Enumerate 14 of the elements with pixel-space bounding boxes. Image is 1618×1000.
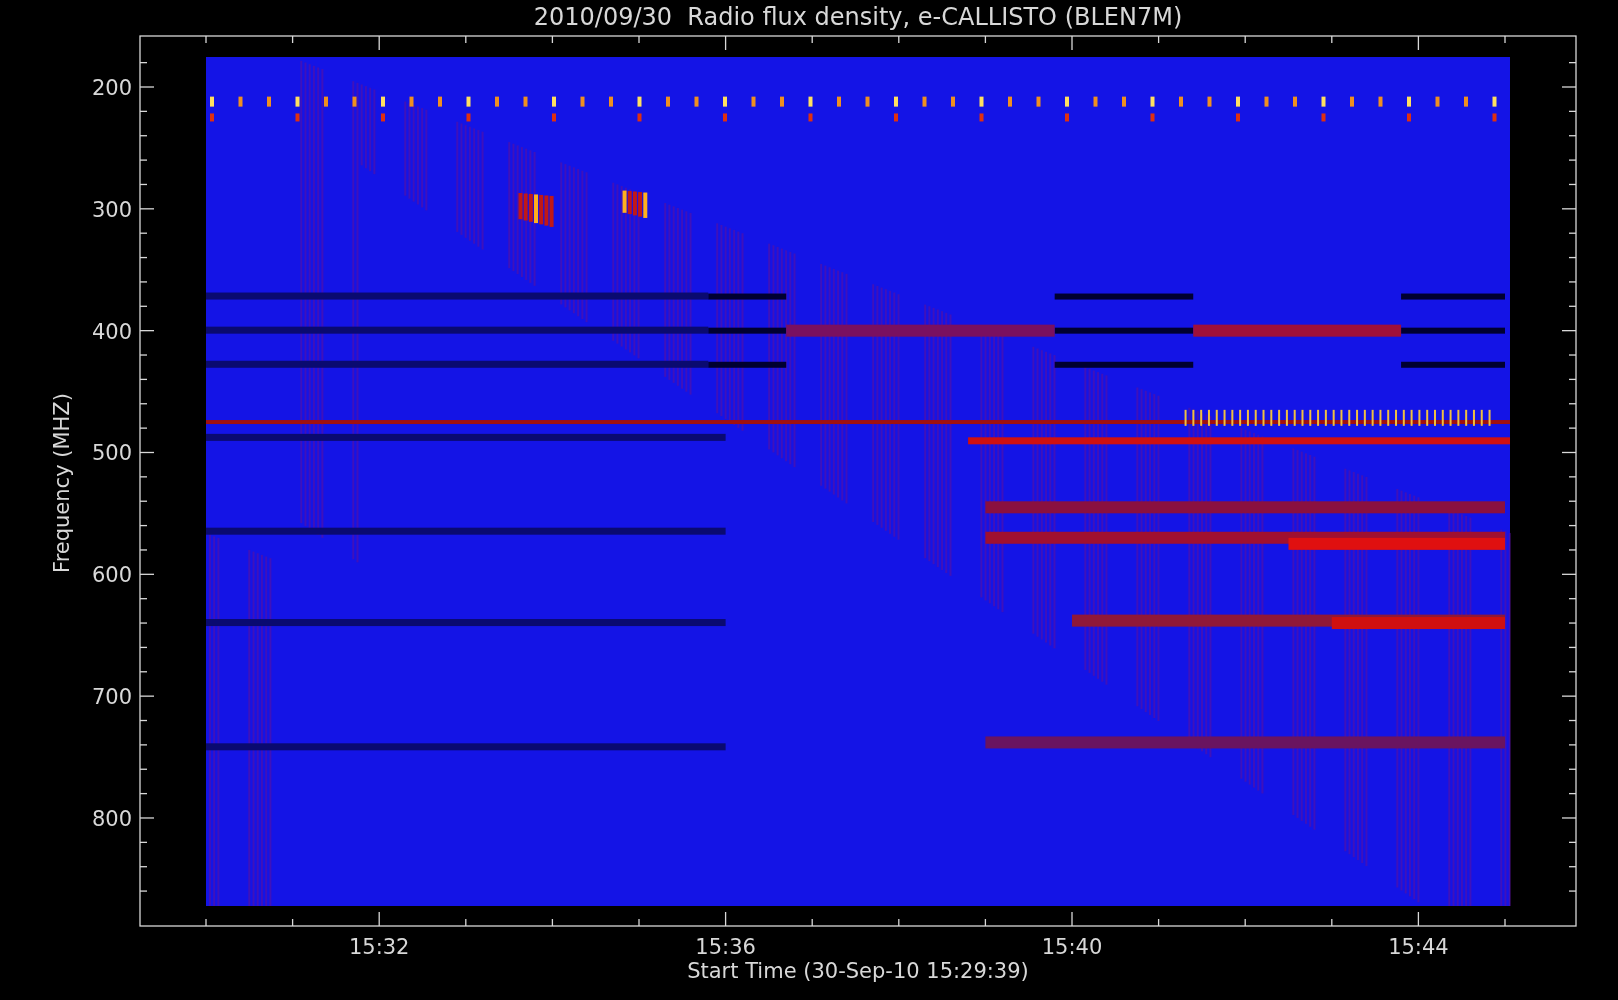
x-tick-label: 15:40: [1041, 935, 1103, 959]
x-tick-label: 15:32: [348, 935, 410, 959]
y-tick-label: 500: [91, 441, 132, 466]
x-tick-label: 15:36: [695, 935, 756, 959]
y-axis-label: Frequency (MHZ): [50, 393, 74, 573]
x-axis-label: Start Time (30-Sep-10 15:29:39): [687, 959, 1029, 983]
x-tick-label: 15:44: [1388, 935, 1449, 959]
y-tick-label: 200: [91, 76, 132, 100]
y-tick-label: 800: [91, 807, 132, 831]
chart-title: 2010/09/30 Radio flux density, e-CALLISTO (BLEN7M): [533, 3, 1183, 31]
y-tick-label: 700: [91, 685, 132, 710]
y-tick-label: 300: [91, 197, 132, 222]
y-tick-label: 400: [91, 319, 132, 344]
y-tick-label: 600: [91, 563, 132, 588]
